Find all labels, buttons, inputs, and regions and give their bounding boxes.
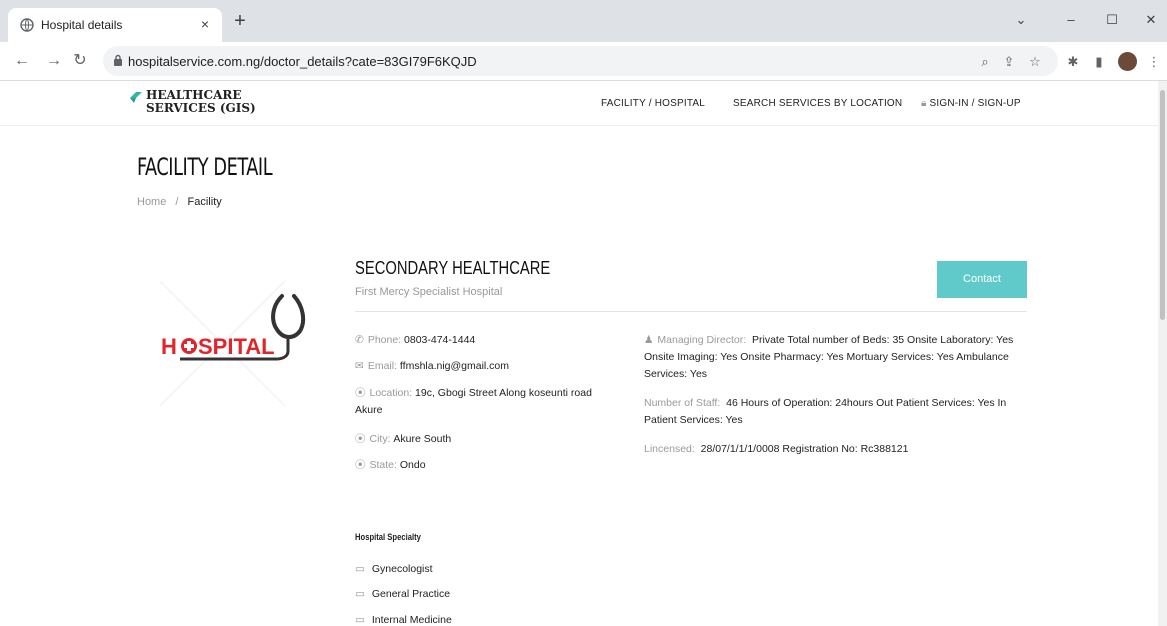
facility-name: First Mercy Specialist Hospital [355, 286, 503, 298]
folder-icon: ▭ [355, 614, 365, 626]
web-page: HEALTHCARE SERVICES (GIS) FACILITY / HOS… [0, 81, 1158, 626]
specialty-item: ▭ Gynecologist [355, 563, 433, 575]
url-text: hospitalservice.com.ng/doctor_details?ca… [128, 54, 477, 69]
hospital-logo: H SPITAL [160, 281, 306, 407]
phone-icon: ✆ [355, 334, 364, 346]
tab-search-icon[interactable]: ⌄ [1008, 10, 1034, 30]
specialty-item: ▭ Internal Medicine [355, 614, 452, 626]
svg-text:H: H [161, 334, 177, 359]
lock-icon: 🔒︎ [921, 98, 927, 109]
map-pin-icon: ⦿ [355, 459, 366, 471]
nav-facility-hospital[interactable]: FACILITY / HOSPITAL [601, 98, 705, 109]
address-bar[interactable]: hospitalservice.com.ng/doctor_details?ca… [103, 46, 1058, 76]
close-window-button[interactable]: ✕ [1138, 10, 1164, 30]
scrollbar-thumb[interactable] [1160, 90, 1165, 320]
browser-tab-strip: Hospital details × + ⌄ – ☐ ✕ [0, 0, 1167, 42]
svg-text:SPITAL: SPITAL [198, 334, 275, 359]
nav-sign-in[interactable]: 🔒︎ SIGN-IN / SIGN-UP [921, 98, 1021, 109]
new-tab-button[interactable]: + [230, 11, 250, 32]
site-header: HEALTHCARE SERVICES (GIS) FACILITY / HOS… [0, 81, 1158, 126]
breadcrumb: Home / Facility [137, 196, 222, 208]
profile-avatar[interactable] [1118, 52, 1137, 71]
browser-tab[interactable]: Hospital details × [8, 8, 222, 42]
minimize-button[interactable]: – [1058, 10, 1084, 30]
map-pin-icon: ⦿ [355, 387, 366, 399]
more-menu-icon[interactable]: ⋮ [1145, 53, 1163, 71]
nav-search-by-location[interactable]: SEARCH SERVICES BY LOCATION [733, 98, 902, 109]
zoom-icon[interactable]: ⌕ [976, 53, 994, 71]
side-panel-icon[interactable]: ▮ [1090, 53, 1108, 71]
share-icon[interactable]: ⇪ [1000, 53, 1018, 71]
lock-icon [114, 54, 122, 66]
maximize-button[interactable]: ☐ [1099, 10, 1125, 30]
specialty-title: Hospital Specialty [355, 532, 421, 542]
staff-row: Number of Staff: 46 Hours of Operation: … [644, 397, 1007, 426]
folder-icon: ▭ [355, 588, 365, 600]
globe-icon [20, 18, 34, 32]
tab-title: Hospital details [41, 18, 123, 32]
breadcrumb-home[interactable]: Home [137, 196, 166, 208]
browser-toolbar: ← → ↻ hospitalservice.com.ng/doctor_deta… [0, 42, 1167, 81]
close-tab-icon[interactable]: × [196, 15, 214, 33]
healthcare-logo-icon [130, 92, 142, 103]
contact-button[interactable]: Contact [937, 261, 1027, 298]
reload-icon[interactable]: ↻ [70, 51, 90, 71]
city-row: ⦿ City: Akure South [355, 433, 452, 445]
logo-text: HEALTHCARE SERVICES (GIS) [146, 88, 256, 115]
envelope-icon: ✉ [355, 360, 364, 372]
facility-type: SECONDARY HEALTHCARE [355, 258, 551, 278]
phone-row: ✆ Phone: 0803-474-1444 [355, 334, 476, 346]
email-row: ✉ Email: ffmshla.nig@gmail.com [355, 360, 510, 372]
divider [355, 311, 1027, 312]
site-logo[interactable]: HEALTHCARE SERVICES (GIS) [128, 89, 268, 119]
user-icon: ♟ [644, 334, 654, 346]
managing-director-row: ♟ Managing Director: Private Total number… [644, 334, 1014, 380]
location-row: ⦿ Location: 19c, Gbogi Street Along koseu… [355, 387, 592, 416]
map-pin-icon: ⦿ [355, 433, 366, 445]
extensions-icon[interactable]: ✱ [1064, 53, 1082, 71]
specialty-item: ▭ General Practice [355, 588, 451, 600]
bookmark-star-icon[interactable]: ☆ [1026, 53, 1044, 71]
page-title: FACILITY DETAIL [137, 153, 273, 181]
folder-icon: ▭ [355, 563, 365, 575]
forward-arrow-icon[interactable]: → [44, 51, 64, 71]
breadcrumb-current: Facility [187, 196, 222, 208]
back-arrow-icon[interactable]: ← [12, 51, 32, 71]
state-row: ⦿ State: Ondo [355, 459, 426, 471]
license-row: Lincensed: 28/07/1/1/1/0008 Registration… [644, 443, 909, 455]
